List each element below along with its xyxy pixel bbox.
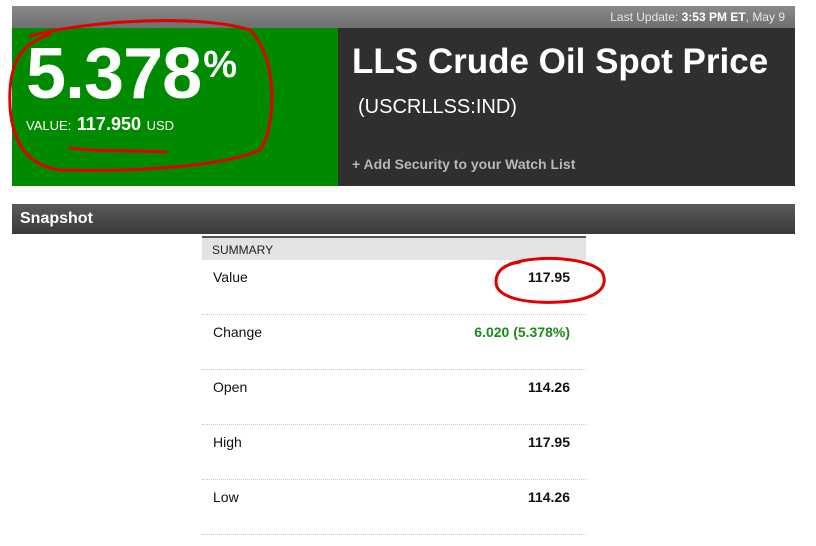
value-label: VALUE:: [26, 118, 72, 133]
last-update-bar: Last Update: 3:53 PM ET, May 9: [12, 6, 795, 28]
value-line: VALUE: 117.950 USD: [26, 114, 174, 135]
summary-row-value: Value 117.95: [202, 260, 586, 315]
summary-row-low: Low 114.26: [202, 480, 586, 535]
row-value: 114.26: [527, 489, 570, 505]
last-update-date: May 9: [752, 10, 785, 24]
row-value: 117.95: [527, 434, 570, 450]
summary-heading: SUMMARY: [202, 238, 586, 260]
row-label: Value: [213, 269, 248, 285]
summary-row-open: Open 114.26: [202, 370, 586, 425]
row-label: Open: [213, 379, 248, 395]
row-value: 6.020 (5.378%): [474, 324, 570, 340]
security-title-panel: LLS Crude Oil Spot Price (USCRLLSS:IND) …: [338, 28, 795, 186]
last-update-time: 3:53 PM ET: [681, 10, 746, 24]
security-title: LLS Crude Oil Spot Price (USCRLLSS:IND): [352, 42, 782, 127]
row-value: 117.95: [527, 269, 570, 285]
summary-row-high: High 117.95: [202, 425, 586, 480]
value-number: 117.950: [76, 114, 141, 134]
summary-table: SUMMARY Value 117.95 Change 6.020 (5.378…: [202, 236, 586, 535]
last-update-label: Last Update:: [610, 10, 679, 24]
snapshot-header: Snapshot: [12, 204, 795, 234]
percent-change: 5.378%: [26, 38, 237, 110]
row-label: High: [213, 434, 242, 450]
security-name: LLS Crude Oil Spot Price: [352, 42, 769, 81]
percent-symbol: %: [203, 44, 237, 86]
value-currency: USD: [146, 118, 175, 133]
row-label: Low: [213, 489, 239, 505]
row-label: Change: [213, 324, 263, 340]
add-to-watchlist-link[interactable]: + Add Security to your Watch List: [352, 156, 575, 172]
quote-change-panel: 5.378% VALUE: 117.950 USD: [12, 28, 338, 186]
row-value: 114.26: [527, 379, 570, 395]
security-ticker: (USCRLLSS:IND): [358, 96, 517, 118]
summary-row-change: Change 6.020 (5.378%): [202, 315, 586, 370]
percent-change-value: 5.378: [26, 34, 202, 114]
